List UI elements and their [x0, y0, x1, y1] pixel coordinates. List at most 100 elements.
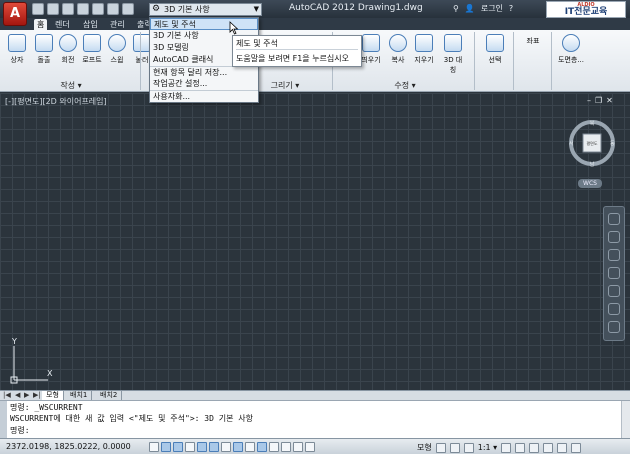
layers-button[interactable]: 도면층... — [558, 34, 584, 65]
viewcube[interactable]: 평면도 북 남 서 동 — [567, 118, 617, 168]
dyn-icon[interactable] — [257, 442, 267, 452]
offset-button[interactable]: 띄우기 — [360, 34, 382, 65]
select-button-label: 선택 — [488, 56, 502, 64]
tooltip-title: 제도 및 주석 — [236, 38, 358, 50]
coordinate-display[interactable]: 2372.0198, 1825.0222, 0.0000 — [6, 442, 131, 451]
quick-properties-icon[interactable] — [293, 442, 303, 452]
menu-item-save-current-as[interactable]: 현재 항목 달리 저장... — [150, 66, 258, 78]
prev-tab-icon[interactable]: ◀ — [15, 391, 20, 399]
orbit-icon[interactable] — [608, 267, 620, 279]
command-window: 명령: _WSCURRENT WSCURRENT에 대한 새 값 입력 <"제도… — [0, 400, 630, 439]
workspace-switching-icon[interactable] — [515, 442, 526, 453]
model-space-toggle[interactable]: 모형 — [417, 442, 432, 453]
loft-icon — [83, 34, 101, 52]
application-menu-button[interactable]: A — [3, 2, 27, 26]
steering-wheel-icon[interactable] — [608, 213, 620, 225]
box-button[interactable]: 상자 — [6, 34, 28, 65]
lineweight-icon[interactable] — [269, 442, 279, 452]
lock-icon[interactable] — [529, 442, 540, 453]
3d-osnap-icon[interactable] — [221, 442, 231, 452]
quick-view-drawings-icon[interactable] — [449, 442, 460, 453]
next-tab-icon[interactable]: ▶ — [24, 391, 29, 399]
print-icon[interactable] — [92, 3, 104, 15]
ucs-x-label: X — [47, 369, 53, 378]
coordinates-button[interactable]: 좌표 — [522, 36, 544, 46]
close-icon[interactable]: ✕ — [606, 96, 613, 105]
tab-render[interactable]: 렌더 — [52, 19, 73, 30]
loft-button[interactable]: 로프트 — [81, 34, 103, 65]
chevron-down-icon: ▼ — [253, 5, 259, 13]
quick-view-layouts-icon[interactable] — [435, 442, 446, 453]
ducs-icon[interactable] — [245, 442, 255, 452]
tab-manage[interactable]: 관리 — [107, 19, 128, 30]
drawing-area[interactable]: [-][평면도][2D 와이어프레임] – ❐ ✕ 평면도 북 남 서 동 WC… — [0, 93, 630, 390]
extrude-button[interactable]: 돌출 — [33, 34, 55, 65]
compass-south: 남 — [590, 161, 595, 168]
binoculars-icon[interactable]: ⚲ — [453, 4, 459, 13]
osnap-icon[interactable] — [209, 442, 219, 452]
annotation-icon[interactable] — [463, 442, 474, 453]
tab-layout1[interactable]: 배치1 — [66, 391, 93, 400]
otrack-icon[interactable] — [233, 442, 243, 452]
restore-icon[interactable]: ❐ — [595, 96, 602, 105]
viewport-controls-label[interactable]: [-][평면도][2D 와이어프레임] — [5, 96, 107, 107]
save-as-icon[interactable] — [77, 3, 89, 15]
command-prompt[interactable]: 명령: — [10, 426, 30, 436]
menu-item-workspace-settings[interactable]: 작업공간 설정... — [150, 78, 258, 90]
wcs-menu[interactable]: WCS — [578, 179, 602, 188]
revolve-button[interactable]: 회전 — [57, 34, 79, 65]
redo-icon[interactable] — [122, 3, 134, 15]
window-title: AutoCAD 2012 Drawing1.dwg — [289, 3, 423, 13]
menu-item-customize[interactable]: 사용자화... — [150, 90, 258, 102]
login-link[interactable]: 로그인 — [481, 3, 503, 14]
command-history-line: 명령: _WSCURRENT — [10, 403, 83, 412]
infer-constraints-icon[interactable] — [149, 442, 159, 452]
last-tab-icon[interactable]: ▶| — [33, 391, 41, 399]
annotation-visibility-icon[interactable] — [501, 442, 512, 453]
annotation-scale[interactable]: 1:1 ▾ — [478, 443, 497, 452]
grid-icon[interactable] — [173, 442, 183, 452]
user-icon[interactable]: 👤 — [465, 4, 475, 13]
ortho-icon[interactable] — [185, 442, 195, 452]
panel-modify-label[interactable]: 수정 ▾ — [340, 80, 470, 91]
pan-icon[interactable] — [608, 231, 620, 243]
hardware-acceleration-icon[interactable] — [543, 442, 554, 453]
tab-insert[interactable]: 삽입 — [80, 19, 101, 30]
erase-button[interactable]: 지우기 — [413, 34, 435, 65]
walk-icon[interactable] — [608, 303, 620, 315]
tab-layout2[interactable]: 배치2 — [96, 391, 123, 400]
panel-create-label[interactable]: 작성 ▾ — [6, 80, 136, 91]
tab-home[interactable]: 홈 — [34, 19, 48, 30]
copy-button[interactable]: 복사 — [387, 34, 409, 65]
clean-screen-icon[interactable] — [571, 442, 582, 453]
minimize-icon[interactable]: – — [587, 96, 591, 105]
tooltip-help-text: 도움말을 보려면 F1을 누르십시오 — [236, 54, 349, 63]
viewport-window-controls: – ❐ ✕ — [587, 96, 613, 105]
sweep-button[interactable]: 스윕 — [106, 34, 128, 65]
3d-mirror-button[interactable]: 3D 대칭 — [442, 34, 464, 75]
help-icon[interactable]: ? — [509, 4, 513, 13]
tab-model[interactable]: 모형 — [42, 391, 64, 400]
brand-main-text: IT전문교육 — [564, 7, 608, 17]
transparency-icon[interactable] — [281, 442, 291, 452]
workspace-dropdown[interactable]: ⚙ 3D 기본 사항 ▼ — [149, 3, 262, 16]
new-file-icon[interactable] — [32, 3, 44, 15]
undo-icon[interactable] — [107, 3, 119, 15]
first-tab-icon[interactable]: |◀ — [3, 391, 11, 399]
layout-tab-bar: |◀ ◀ ▶ ▶| 모형 배치1 배치2 — [0, 390, 630, 400]
select-button[interactable]: 선택 — [484, 34, 506, 65]
selection-cycling-icon[interactable] — [305, 442, 315, 452]
save-icon[interactable] — [62, 3, 74, 15]
box-icon — [8, 34, 26, 52]
zoom-icon[interactable] — [608, 249, 620, 261]
open-file-icon[interactable] — [47, 3, 59, 15]
navbar-settings-icon[interactable] — [608, 321, 620, 333]
command-scrollbar[interactable] — [621, 401, 630, 439]
isolate-objects-icon[interactable] — [557, 442, 568, 453]
showmotion-icon[interactable] — [608, 285, 620, 297]
command-window-grip[interactable] — [0, 401, 7, 439]
compass-east: 동 — [610, 141, 615, 147]
menu-item-drafting-annotation[interactable]: 제도 및 주석 — [150, 18, 258, 30]
snap-icon[interactable] — [161, 442, 171, 452]
polar-icon[interactable] — [197, 442, 207, 452]
